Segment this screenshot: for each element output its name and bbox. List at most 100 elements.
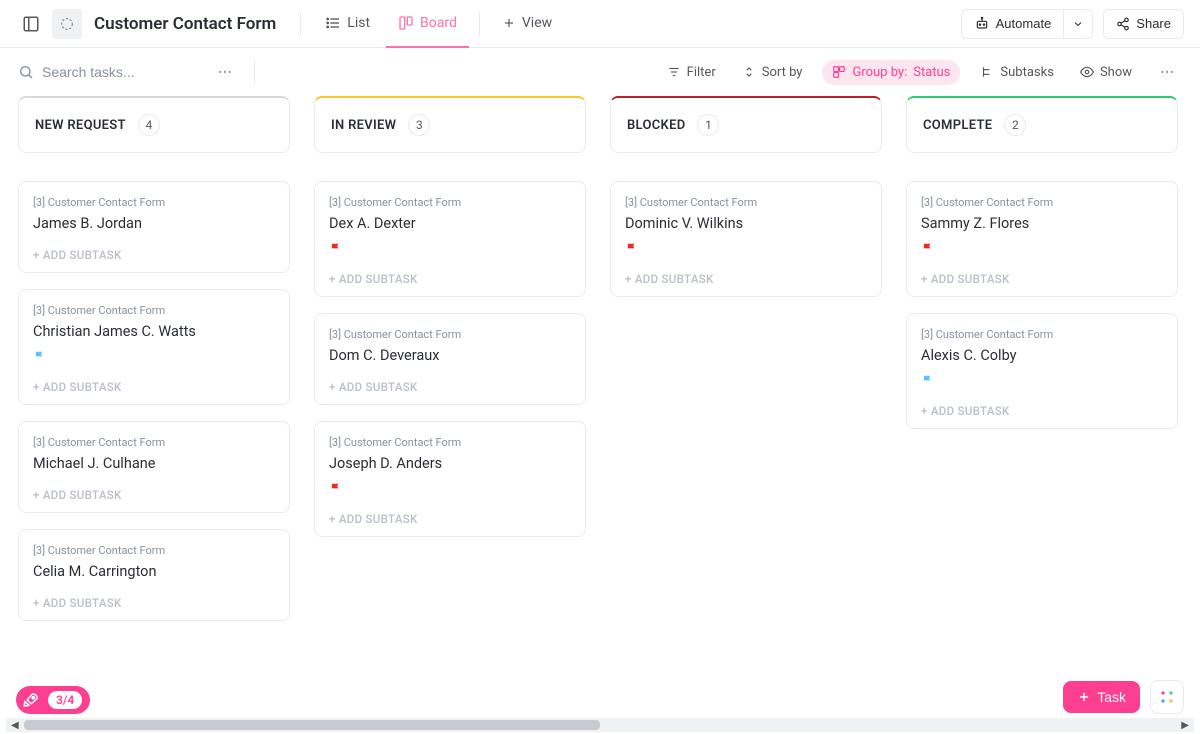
search-icon (18, 64, 34, 80)
new-task-label: Task (1097, 689, 1126, 705)
card-title: Dex A. Dexter (329, 215, 571, 232)
column-title: NEW REQUEST (35, 118, 126, 133)
task-card[interactable]: [3] Customer Contact FormDominic V. Wilk… (610, 181, 882, 297)
add-subtask-button[interactable]: + ADD SUBTASK (921, 266, 1163, 286)
task-card[interactable]: [3] Customer Contact FormDom C. Deveraux… (314, 313, 586, 405)
page-title: Customer Contact Form (94, 14, 276, 34)
card-project-label: [3] Customer Contact Form (33, 436, 275, 449)
priority-flag-icon[interactable] (329, 482, 571, 496)
loading-icon[interactable] (52, 9, 82, 39)
group-prefix: Group by: (852, 65, 907, 80)
search-input[interactable] (42, 64, 202, 80)
add-subtask-button[interactable]: + ADD SUBTASK (33, 482, 275, 502)
bottom-right-actions: Task (1063, 680, 1184, 714)
tab-add-view[interactable]: View (490, 1, 564, 48)
subtasks-button[interactable]: Subtasks (974, 61, 1060, 84)
card-title: Dominic V. Wilkins (625, 215, 867, 232)
scroll-thumb[interactable] (24, 720, 600, 730)
filter-icon (667, 65, 681, 79)
robot-icon (974, 16, 990, 32)
toolbar-more-icon[interactable] (1152, 57, 1182, 87)
card-project-label: [3] Customer Contact Form (329, 436, 571, 449)
column-header[interactable]: BLOCKED 1 (610, 96, 882, 153)
add-subtask-button[interactable]: + ADD SUBTASK (33, 374, 275, 394)
show-button[interactable]: Show (1074, 61, 1138, 84)
add-subtask-button[interactable]: + ADD SUBTASK (329, 506, 571, 526)
add-subtask-button[interactable]: + ADD SUBTASK (329, 266, 571, 286)
share-button[interactable]: Share (1103, 9, 1184, 39)
card-project-label: [3] Customer Contact Form (33, 544, 275, 557)
priority-flag-icon[interactable] (33, 350, 275, 364)
card-project-label: [3] Customer Contact Form (33, 196, 275, 209)
scroll-right-arrow[interactable]: ▶ (1178, 720, 1192, 731)
card-title: Sammy Z. Flores (921, 215, 1163, 232)
priority-flag-icon[interactable] (921, 374, 1163, 388)
column-header[interactable]: IN REVIEW3 (314, 96, 586, 153)
subtasks-label: Subtasks (1000, 65, 1054, 80)
new-task-button[interactable]: Task (1063, 681, 1140, 713)
filter-button[interactable]: Filter (661, 61, 722, 84)
share-icon (1116, 17, 1130, 31)
automate-split-button: Automate (961, 9, 1094, 39)
card-project-label: [3] Customer Contact Form (329, 196, 571, 209)
scroll-left-arrow[interactable]: ◀ (8, 720, 22, 731)
chevron-down-icon (1072, 18, 1084, 30)
task-card[interactable]: [3] Customer Contact Form Alexis C. Colby… (906, 313, 1178, 429)
share-label: Share (1136, 16, 1171, 31)
task-card[interactable]: [3] Customer Contact FormCelia M. Carrin… (18, 529, 290, 621)
automate-label: Automate (996, 16, 1052, 31)
card-title: Christian James C. Watts (33, 323, 275, 340)
sort-label: Sort by (762, 65, 803, 80)
task-card[interactable]: [3] Customer Contact Form Joseph D. Ander… (314, 421, 586, 537)
sidebar-toggle-icon[interactable] (16, 9, 46, 39)
priority-flag-icon[interactable] (921, 242, 1163, 256)
group-button[interactable]: Group by: Status (822, 60, 960, 85)
task-card[interactable]: [3] Customer Contact Form Christian James… (18, 289, 290, 405)
priority-flag-icon[interactable] (625, 242, 867, 256)
horizontal-scrollbar[interactable]: ◀ ▶ (6, 718, 1194, 732)
task-card[interactable]: [3] Customer Contact Form Dex A. Dexter + … (314, 181, 586, 297)
cards-container: [3] Customer Contact Form Sammy Z. Flores… (906, 181, 1178, 429)
task-card[interactable]: [3] Customer Contact FormSammy Z. Flores… (906, 181, 1178, 297)
column-header[interactable]: COMPLETE2 (906, 96, 1178, 153)
kanban-board: NEW REQUEST 4 [3] Customer Contact Form Jam… (0, 96, 1200, 710)
column-title: BLOCKED (627, 118, 685, 133)
card-title: Joseph D. Anders (329, 455, 571, 472)
card-title: Dom C. Deveraux (329, 347, 571, 364)
column-count: 1 (697, 114, 719, 136)
add-subtask-button[interactable]: + ADD SUBTASK (625, 266, 867, 286)
filter-label: Filter (687, 65, 716, 80)
card-project-label: [3] Customer Contact Form (33, 304, 275, 317)
card-project-label: [3] Customer Contact Form (921, 328, 1163, 341)
board-column: COMPLETE2 [3] Customer Contact Form Sammy … (906, 96, 1178, 692)
sort-button[interactable]: Sort by (736, 61, 809, 84)
column-count: 4 (138, 114, 160, 136)
add-subtask-button[interactable]: + ADD SUBTASK (33, 590, 275, 610)
more-icon[interactable] (210, 57, 240, 87)
card-title: James B. Jordan (33, 215, 275, 232)
onboarding-progress-button[interactable]: 3/4 (16, 686, 90, 714)
show-label: Show (1100, 65, 1132, 80)
automate-dropdown-button[interactable] (1063, 9, 1093, 39)
add-subtask-button[interactable]: + ADD SUBTASK (329, 374, 571, 394)
tab-board[interactable]: Board (386, 1, 469, 48)
cards-container: [3] Customer Contact FormDominic V. Wilk… (610, 181, 882, 297)
tab-list[interactable]: List (313, 1, 382, 48)
task-card[interactable]: [3] Customer Contact Form James B. Jordan… (18, 181, 290, 273)
priority-flag-icon[interactable] (329, 242, 571, 256)
board-column: NEW REQUEST 4 [3] Customer Contact Form Jam… (18, 96, 290, 692)
add-subtask-button[interactable]: + ADD SUBTASK (921, 398, 1163, 418)
task-card[interactable]: [3] Customer Contact FormMichael J. Culh… (18, 421, 290, 513)
column-header[interactable]: NEW REQUEST 4 (18, 96, 290, 153)
tab-board-label: Board (420, 15, 457, 31)
view-tabs: List Board View (313, 0, 564, 47)
tab-list-label: List (347, 15, 370, 31)
add-subtask-button[interactable]: + ADD SUBTASK (33, 242, 275, 262)
divider (300, 12, 301, 36)
sort-icon (742, 65, 756, 79)
apps-button[interactable] (1150, 680, 1184, 714)
column-count: 3 (408, 114, 430, 136)
automate-button[interactable]: Automate (961, 9, 1064, 39)
card-title: Alexis C. Colby (921, 347, 1163, 364)
eye-icon (1080, 65, 1094, 79)
